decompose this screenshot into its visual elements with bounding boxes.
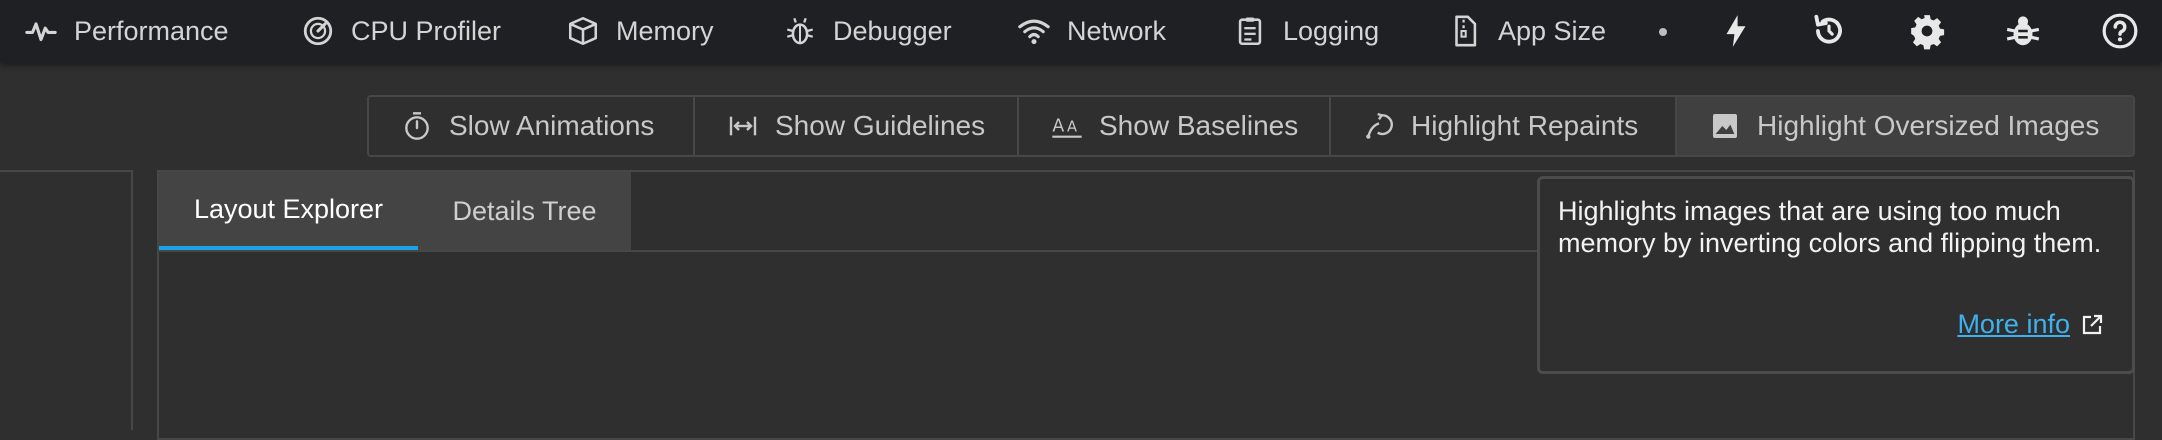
- performance-icon: [25, 22, 57, 42]
- nav-tab-network[interactable]: Network: [1017, 0, 1166, 62]
- oversized-images-tooltip: Highlights images that are using too muc…: [1537, 176, 2135, 374]
- memory-box-icon: [568, 16, 598, 46]
- help-button[interactable]: [2098, 9, 2142, 53]
- settings-button[interactable]: [1905, 9, 1949, 53]
- widget-tree-panel: [0, 170, 133, 430]
- tab-details-tree[interactable]: Details Tree: [418, 172, 631, 250]
- file-zip-icon: [1455, 15, 1477, 47]
- nav-tab-label: Debugger: [833, 15, 952, 46]
- slow-animations-label: Slow Animations: [449, 110, 655, 141]
- overflow-dot: [1659, 28, 1667, 36]
- gauge-icon: [303, 16, 333, 46]
- wifi-icon: [1018, 19, 1050, 45]
- hot-restart-button[interactable]: [1807, 9, 1851, 53]
- repaint-icon: [1366, 112, 1393, 139]
- show-guidelines-label: Show Guidelines: [775, 110, 986, 141]
- open-in-new-icon: [2082, 314, 2103, 334]
- image-icon: [1713, 114, 1737, 138]
- hot-restart-icon: [1814, 14, 1842, 44]
- clipboard-icon: [1238, 17, 1262, 46]
- timer-icon: [405, 112, 429, 140]
- highlight-repaints-button[interactable]: Highlight Repaints: [1331, 97, 1677, 155]
- tooltip-description: Highlights images that are using too muc…: [1558, 196, 2102, 258]
- bug-icon: [786, 17, 814, 45]
- tab-label: Details Tree: [452, 195, 597, 226]
- tab-layout-explorer[interactable]: Layout Explorer: [159, 172, 418, 250]
- settings-gear-icon: [1911, 15, 1945, 50]
- nav-tab-label: CPU Profiler: [351, 15, 502, 46]
- nav-tab-logging[interactable]: Logging: [1233, 0, 1379, 62]
- help-icon: [2102, 13, 2138, 49]
- show-baselines-label: Show Baselines: [1099, 110, 1299, 141]
- nav-tab-label: App Size: [1498, 15, 1607, 46]
- svg-text:A: A: [1052, 116, 1064, 136]
- nav-tab-label: Network: [1067, 15, 1167, 46]
- baselines-icon: A A: [1052, 116, 1082, 138]
- highlight-oversized-images-button[interactable]: Highlight Oversized Images: [1677, 97, 2133, 155]
- nav-tab-label: Memory: [616, 15, 714, 46]
- guidelines-icon: [729, 116, 757, 136]
- nav-tab-app-size[interactable]: App Size: [1448, 0, 1606, 62]
- bug-report-icon: [2006, 16, 2040, 46]
- details-tab-strip: Layout Explorer Details Tree: [159, 172, 631, 250]
- performance-overlay-button[interactable]: [1714, 9, 1758, 53]
- lightning-icon: [1726, 15, 1746, 47]
- nav-tab-debugger[interactable]: Debugger: [783, 0, 952, 62]
- show-guidelines-button[interactable]: Show Guidelines: [695, 97, 1019, 155]
- show-baselines-button[interactable]: A A Show Baselines: [1019, 97, 1331, 155]
- tab-label: Layout Explorer: [193, 193, 384, 224]
- report-issue-button[interactable]: [2001, 9, 2045, 53]
- slow-animations-button[interactable]: Slow Animations: [369, 97, 695, 155]
- nav-tab-cpu-profiler[interactable]: CPU Profiler: [301, 0, 501, 62]
- inspector-toolbar: Slow Animations Show Guidelines A A Show…: [367, 95, 2135, 157]
- nav-tab-memory[interactable]: Memory: [566, 0, 714, 62]
- more-info-link[interactable]: More info: [1957, 309, 2104, 340]
- highlight-oversized-images-label: Highlight Oversized Images: [1757, 110, 2100, 141]
- highlight-repaints-label: Highlight Repaints: [1411, 110, 1639, 141]
- nav-tab-label: Performance: [74, 15, 229, 46]
- nav-tab-label: Logging: [1283, 15, 1380, 46]
- svg-text:A: A: [1067, 118, 1077, 135]
- top-navigation-bar: Performance CPU Profiler Memory Debugger: [0, 0, 2162, 62]
- more-info-label: More info: [1957, 309, 2070, 339]
- nav-tab-performance[interactable]: Performance: [24, 0, 229, 62]
